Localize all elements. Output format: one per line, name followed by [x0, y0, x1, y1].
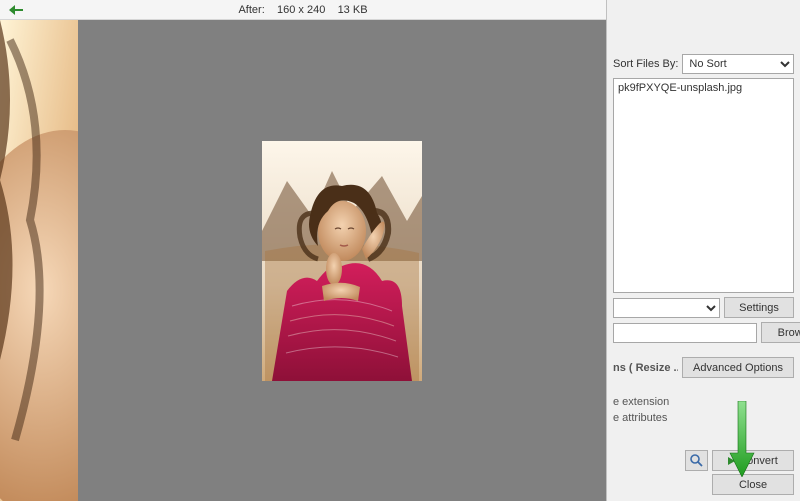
preview-dimensions: 160 x 240 [277, 4, 325, 16]
convert-row: Convert [685, 450, 794, 471]
resize-frag-label: ns ( Resize ... ) [613, 362, 678, 374]
output-path-input[interactable] [613, 323, 757, 343]
browse-button[interactable]: Browse [761, 322, 800, 343]
preview-filesize: 13 KB [338, 4, 368, 16]
convert-label: Convert [739, 455, 778, 467]
preview-info-text: After: 160 x 240 13 KB [238, 4, 367, 16]
settings-row: Settings [613, 297, 794, 318]
bottom-cluster: Convert Close [613, 450, 794, 495]
spacer [613, 4, 794, 50]
list-item[interactable]: pk9fPXYQE-unsplash.jpg [618, 81, 789, 96]
spacer [613, 347, 794, 353]
close-button[interactable]: Close [712, 474, 794, 495]
preview-column: After: 160 x 240 13 KB [0, 0, 606, 501]
spacer [613, 382, 794, 392]
attrs-frag-label: e attributes [613, 412, 794, 424]
before-preview[interactable] [0, 20, 78, 501]
browse-label: Browse [778, 327, 800, 339]
advanced-options-button[interactable]: Advanced Options [682, 357, 794, 378]
preview-split [0, 20, 606, 501]
browse-row: Browse [613, 322, 794, 343]
advanced-options-label: Advanced Options [693, 362, 783, 374]
format-select[interactable] [613, 298, 720, 318]
preview-mode-label: After: [238, 4, 264, 16]
close-label: Close [739, 479, 767, 491]
settings-label: Settings [739, 302, 779, 314]
convert-button[interactable]: Convert [712, 450, 794, 471]
back-arrow-icon[interactable] [8, 2, 24, 18]
sort-row: Sort Files By: No Sort [613, 54, 794, 74]
magnifier-icon [690, 454, 703, 467]
ext-frag-label: e extension [613, 396, 794, 408]
spacer [613, 428, 794, 446]
sort-select[interactable]: No Sort [682, 54, 794, 74]
play-icon [728, 457, 735, 465]
after-preview[interactable] [78, 20, 606, 501]
sort-label: Sort Files By: [613, 58, 678, 70]
preview-refresh-button[interactable] [685, 450, 708, 471]
advanced-row: ns ( Resize ... ) Advanced Options [613, 357, 794, 378]
file-list[interactable]: pk9fPXYQE-unsplash.jpg [613, 78, 794, 293]
settings-button[interactable]: Settings [724, 297, 794, 318]
controls-panel: Sort Files By: No Sort pk9fPXYQE-unsplas… [606, 0, 800, 501]
app-root: After: 160 x 240 13 KB [0, 0, 800, 501]
info-bar: After: 160 x 240 13 KB [0, 0, 606, 20]
